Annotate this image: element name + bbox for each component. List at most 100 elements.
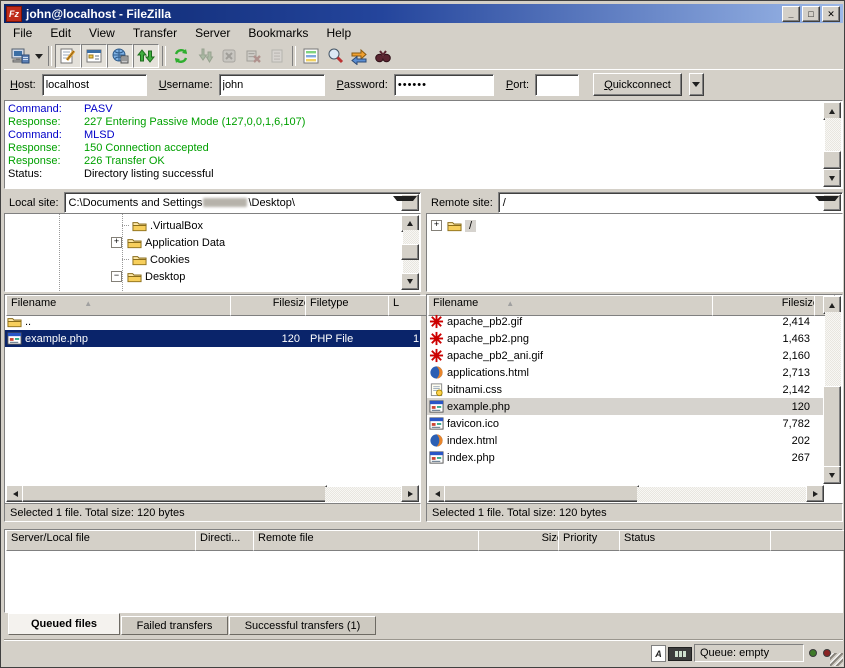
log-scroll-down[interactable] [823, 169, 841, 187]
directory-comparison-icon[interactable] [323, 45, 347, 67]
refresh-icon[interactable] [169, 45, 193, 67]
password-input[interactable] [394, 74, 494, 96]
toolbar [4, 43, 843, 69]
file-row[interactable]: apache_pb2_ani.gif 2,160 [427, 347, 823, 364]
local-tree-scroll-down[interactable] [401, 273, 419, 290]
remote-hscroll-right[interactable] [806, 485, 824, 502]
toggle-message-log-icon[interactable] [55, 44, 81, 68]
menu-help[interactable]: Help [317, 24, 360, 42]
remote-tree: + / [426, 213, 843, 292]
tab-successful-transfers[interactable]: Successful transfers (1) [229, 616, 376, 635]
app-icon: Fz [6, 6, 22, 22]
collapse-icon[interactable]: − [111, 271, 122, 282]
remote-vscroll-thumb[interactable] [823, 386, 841, 468]
log-scroll-thumb[interactable] [823, 151, 841, 169]
menu-transfer[interactable]: Transfer [124, 24, 186, 42]
remote-path: / [503, 197, 506, 209]
tree-item-cookies[interactable]: Cookies [122, 251, 402, 268]
folder-icon [132, 218, 147, 233]
remote-site-label: Remote site: [426, 197, 498, 209]
resize-grip[interactable] [830, 653, 843, 666]
host-input[interactable] [42, 74, 147, 96]
host-label: Host: [10, 79, 36, 91]
process-queue-icon[interactable] [193, 45, 217, 67]
maximize-button[interactable]: □ [802, 6, 820, 22]
username-input[interactable] [219, 74, 325, 96]
find-files-icon[interactable] [371, 45, 395, 67]
menu-server[interactable]: Server [186, 24, 239, 42]
quickconnect-button[interactable]: Quickconnect [593, 73, 682, 96]
filter-icon[interactable] [299, 45, 323, 67]
folder-icon [447, 218, 462, 233]
file-row-selected[interactable]: example.php 120 [427, 398, 823, 415]
css-file-icon [429, 382, 444, 397]
local-site-combobox[interactable]: C:\Documents and Settings\Desktop\ [64, 192, 421, 213]
remote-file-list: Filename▲ Filesize apache_pb2.gif 2,414 … [426, 294, 843, 504]
toggle-remote-tree-icon[interactable] [107, 44, 133, 68]
expand-icon[interactable]: + [111, 237, 122, 248]
queue-column-server-local-file[interactable]: Server/Local file [6, 530, 205, 551]
toggle-transfer-queue-icon[interactable] [133, 44, 159, 68]
remote-site-combobox[interactable]: / [498, 192, 843, 213]
file-row[interactable]: index.html 202 [427, 432, 823, 449]
file-row[interactable]: favicon.ico 7,782 [427, 415, 823, 432]
file-row[interactable]: bitnami.css 2,142 [427, 381, 823, 398]
menu-file[interactable]: File [4, 24, 41, 42]
local-tree: .VirtualBox + Application Data Cookies −… [4, 213, 421, 292]
file-row[interactable]: apache_pb2.gif 2,414 [427, 313, 823, 330]
remote-hscroll-track[interactable] [637, 487, 809, 502]
tab-failed-transfers[interactable]: Failed transfers [121, 616, 228, 635]
status-bar: A Queue: empty [4, 639, 843, 666]
local-site-dropdown-icon[interactable] [401, 194, 419, 211]
file-row-parent-dir[interactable]: .. [5, 313, 420, 330]
site-manager-icon[interactable] [8, 45, 32, 67]
tree-item-application-data[interactable]: + Application Data [111, 234, 401, 251]
close-button[interactable]: ✕ [822, 6, 840, 22]
quickconnect-dropdown-icon[interactable] [689, 73, 704, 96]
title-bar[interactable]: Fz john@localhost - FileZilla _ □ ✕ [4, 4, 843, 23]
remote-vscroll-down[interactable] [823, 466, 841, 484]
disconnect-icon[interactable] [241, 45, 265, 67]
tree-guide [59, 214, 60, 292]
file-row[interactable]: apache_pb2.png 1,463 [427, 330, 823, 347]
local-tree-scroll-thumb[interactable] [401, 244, 419, 260]
synchronized-browsing-icon[interactable] [347, 45, 371, 67]
toolbar-separator [162, 46, 166, 66]
local-hscroll-track[interactable] [325, 487, 404, 502]
tree-item-root[interactable]: + / [431, 217, 631, 234]
queue-column-remote-file[interactable]: Remote file [253, 530, 488, 551]
reconnect-icon[interactable] [265, 45, 289, 67]
toggle-local-tree-icon[interactable] [81, 44, 107, 68]
port-input[interactable] [535, 74, 579, 96]
menu-view[interactable]: View [80, 24, 124, 42]
remote-vscroll-track[interactable] [825, 312, 841, 386]
menu-bookmarks[interactable]: Bookmarks [239, 24, 317, 42]
tree-item-virtualbox[interactable]: .VirtualBox [122, 217, 402, 234]
queue-column-status[interactable]: Status [619, 530, 780, 551]
window-title: john@localhost - FileZilla [26, 7, 171, 21]
file-row[interactable]: index.php 267 [427, 449, 823, 466]
log-line: Response:226 Transfer OK [5, 155, 842, 168]
html-file-icon [429, 433, 444, 448]
file-row-selected[interactable]: example.php 120 PHP File 1 [5, 330, 420, 347]
menu-edit[interactable]: Edit [41, 24, 80, 42]
file-row[interactable]: applications.html 2,713 [427, 364, 823, 381]
local-hscroll-right[interactable] [401, 485, 419, 502]
remote-hscroll-thumb[interactable] [444, 485, 639, 502]
folder-icon [7, 314, 22, 329]
queue-column-size[interactable]: Size [478, 530, 568, 551]
minimize-button[interactable]: _ [782, 6, 800, 22]
tree-item-desktop[interactable]: − Desktop [111, 268, 401, 285]
quickconnect-bar: Host: Username: Password: Port: Quickcon… [4, 69, 843, 99]
tab-queued-files[interactable]: Queued files [8, 613, 120, 635]
filezilla-window: Fz john@localhost - FileZilla _ □ ✕ File… [0, 0, 845, 668]
site-manager-dropdown-icon[interactable] [32, 45, 45, 67]
local-site-label: Local site: [4, 197, 64, 209]
local-hscroll-thumb[interactable] [22, 485, 327, 502]
expand-icon[interactable]: + [431, 220, 442, 231]
remote-site-dropdown-icon[interactable] [823, 194, 841, 211]
php-file-icon [7, 331, 22, 346]
username-label: Username: [159, 79, 213, 91]
cancel-operation-icon[interactable] [217, 45, 241, 67]
menu-bar: File Edit View Transfer Server Bookmarks… [4, 23, 843, 43]
